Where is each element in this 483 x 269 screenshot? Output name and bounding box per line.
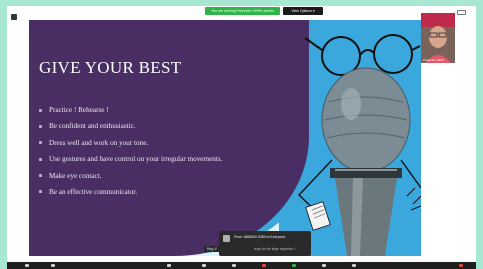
share-status-label: You are viewing Presenter 3999's screen bbox=[205, 7, 281, 15]
bullet-item: Be an effective communicator. bbox=[39, 188, 222, 196]
participants-icon[interactable] bbox=[202, 264, 206, 267]
screen-share-bar: You are viewing Presenter 3999's screen … bbox=[205, 7, 323, 15]
video-icon[interactable] bbox=[51, 264, 55, 267]
slide-bullet-list: Practice ! Rehearse ! Be confident and e… bbox=[39, 106, 222, 204]
chat-message: reply for the large response 1 bbox=[254, 247, 296, 251]
bullet-text: Practice ! Rehearse ! bbox=[49, 106, 109, 114]
bullet-icon bbox=[39, 190, 42, 194]
reactions-icon[interactable] bbox=[322, 264, 326, 267]
leave-icon[interactable] bbox=[459, 264, 463, 267]
chat-notification[interactable]: From 1685600 2089 to Everyone reply for … bbox=[219, 231, 311, 256]
bullet-icon bbox=[39, 108, 42, 112]
participant-avatar bbox=[421, 13, 455, 63]
meeting-toolbar bbox=[7, 262, 476, 269]
bullet-item: Dress well and work on your tone. bbox=[39, 139, 222, 147]
apps-icon[interactable] bbox=[352, 264, 356, 267]
security-icon[interactable] bbox=[167, 264, 171, 267]
bullet-icon bbox=[39, 174, 42, 178]
bullet-text: Dress well and work on your tone. bbox=[49, 138, 149, 147]
bullet-text: Be an effective communicator. bbox=[49, 187, 138, 196]
chat-avatar bbox=[223, 235, 230, 242]
shared-slide: GIVE YOUR BEST Practice ! Rehearse ! Be … bbox=[29, 20, 421, 256]
bullet-item: Use gestures and have control on your ir… bbox=[39, 155, 222, 163]
chat-title: From 1685600 2089 to Everyone bbox=[234, 235, 286, 239]
chat-icon[interactable] bbox=[232, 264, 236, 267]
share-screen-icon[interactable] bbox=[292, 264, 296, 267]
bullet-icon bbox=[39, 124, 42, 128]
bullet-icon bbox=[39, 141, 42, 145]
bullet-item: Be confident and enthusiastic. bbox=[39, 122, 222, 130]
participant-video[interactable]: Presenter 3999 bbox=[421, 13, 455, 63]
zoom-window: You are viewing Presenter 3999's screen … bbox=[7, 6, 476, 269]
view-options-button[interactable]: View Options ▾ bbox=[283, 7, 323, 15]
bullet-text: Make eye contact. bbox=[49, 171, 102, 180]
view-icon[interactable] bbox=[457, 10, 466, 15]
bullet-text: Be confident and enthusiastic. bbox=[49, 122, 136, 131]
grid-icon[interactable] bbox=[11, 14, 17, 20]
record-icon[interactable] bbox=[262, 264, 266, 267]
bullet-item: Make eye contact. bbox=[39, 172, 222, 180]
participant-name: Presenter 3999 bbox=[423, 58, 444, 62]
chat-sender-tag: Reg V bbox=[204, 246, 220, 252]
mute-icon[interactable] bbox=[25, 264, 29, 267]
bullet-icon bbox=[39, 157, 42, 161]
bullet-text: Use gestures and have control on your ir… bbox=[49, 155, 223, 164]
slide-title: GIVE YOUR BEST bbox=[39, 58, 182, 77]
bullet-item: Practice ! Rehearse ! bbox=[39, 106, 222, 114]
